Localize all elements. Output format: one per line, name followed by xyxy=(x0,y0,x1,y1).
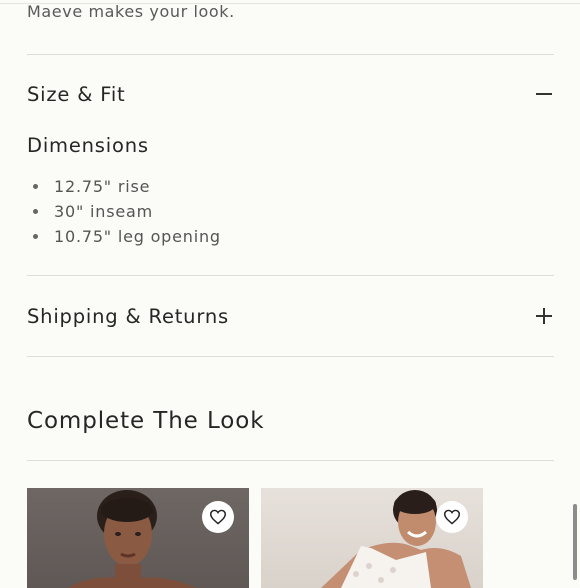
section-title: Complete The Look xyxy=(27,408,265,434)
description-text: Maeve makes your look. xyxy=(27,2,235,21)
divider xyxy=(27,275,554,276)
dimensions-heading: Dimensions xyxy=(27,134,149,157)
divider xyxy=(27,54,554,55)
list-item: 12.75" rise xyxy=(27,174,221,199)
bullet-icon xyxy=(33,209,38,214)
minus-icon[interactable] xyxy=(534,84,554,104)
accordion-title: Size & Fit xyxy=(27,82,126,106)
plus-icon[interactable] xyxy=(534,306,554,326)
heart-icon xyxy=(443,509,461,525)
heart-icon xyxy=(209,509,227,525)
accordion-title: Shipping & Returns xyxy=(27,304,229,328)
divider xyxy=(27,356,554,357)
accordion-shipping-returns[interactable]: Shipping & Returns xyxy=(27,296,554,336)
dimensions-list: 12.75" rise 30" inseam 10.75" leg openin… xyxy=(27,174,221,249)
product-card-1[interactable] xyxy=(27,488,249,588)
bullet-icon xyxy=(33,234,38,239)
favorite-button[interactable] xyxy=(202,501,234,533)
product-card-2[interactable] xyxy=(261,488,483,588)
list-item: 30" inseam xyxy=(27,199,221,224)
bullet-icon xyxy=(33,184,38,189)
scrollbar[interactable] xyxy=(573,504,577,580)
favorite-button[interactable] xyxy=(436,501,468,533)
divider xyxy=(27,460,554,461)
list-item: 10.75" leg opening xyxy=(27,224,221,249)
accordion-size-fit[interactable]: Size & Fit xyxy=(27,74,554,114)
